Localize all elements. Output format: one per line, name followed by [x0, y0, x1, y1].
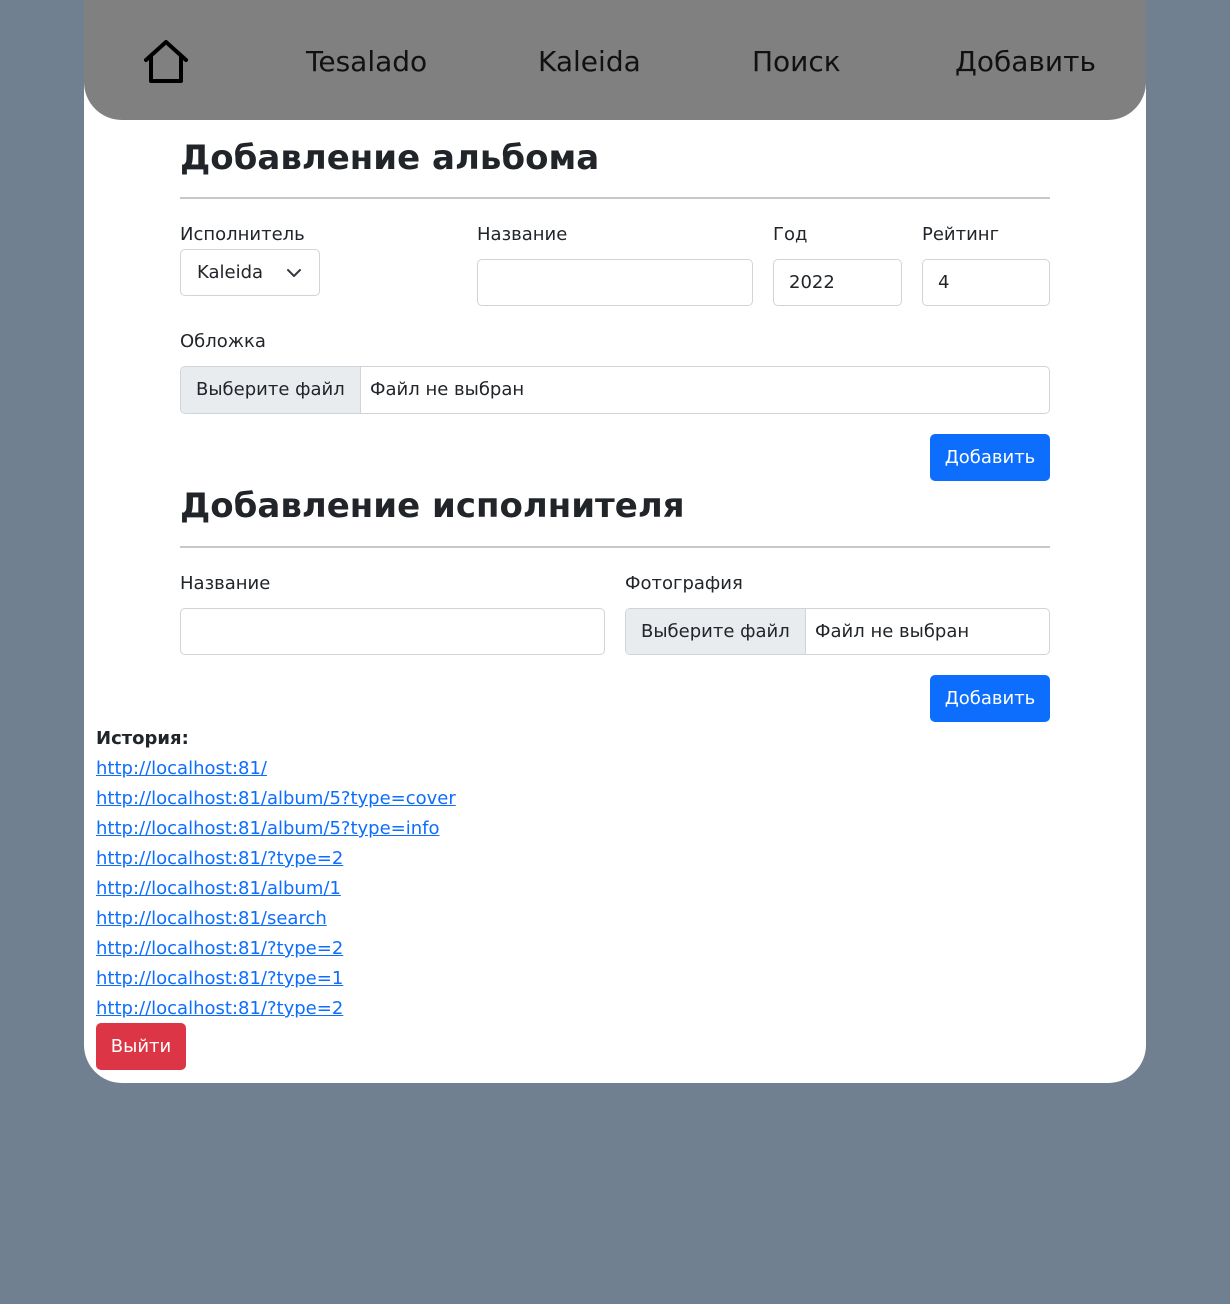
history-link[interactable]: http://localhost:81/?type=2	[96, 996, 456, 1026]
nav-link-kaleida[interactable]: Kaleida	[538, 44, 641, 80]
history-link[interactable]: http://localhost:81/album/5?type=info	[96, 816, 456, 846]
artist-label: Исполнитель	[180, 224, 305, 245]
cover-file-status: Файл не выбран	[370, 379, 525, 400]
artist-name-input[interactable]	[180, 608, 605, 655]
history-link[interactable]: http://localhost:81/album/1	[96, 876, 456, 906]
nav-link-add[interactable]: Добавить	[955, 44, 1096, 80]
history-link[interactable]: http://localhost:81/?type=2	[96, 846, 456, 876]
history-link[interactable]: http://localhost:81/album/5?type=cover	[96, 786, 456, 816]
history-list: http://localhost:81/ http://localhost:81…	[96, 756, 456, 1026]
rating-input[interactable]: 4	[922, 259, 1050, 306]
photo-file-status: Файл не выбран	[815, 621, 970, 642]
year-label: Год	[773, 224, 808, 245]
artist-select[interactable]: Kaleida	[180, 249, 320, 296]
album-form-divider	[180, 197, 1050, 199]
history-title: История:	[96, 728, 189, 749]
chevron-down-icon	[287, 269, 301, 277]
artist-select-value: Kaleida	[197, 262, 264, 283]
history-link[interactable]: http://localhost:81/?type=2	[96, 936, 456, 966]
album-name-input[interactable]	[477, 259, 753, 306]
artist-form-title: Добавление исполнителя	[180, 486, 685, 526]
album-form-title: Добавление альбома	[180, 138, 600, 178]
artist-name-label: Название	[180, 573, 271, 594]
add-artist-button[interactable]: Добавить	[930, 675, 1050, 722]
logout-button[interactable]: Выйти	[96, 1023, 186, 1070]
cover-file-input[interactable]: Выберите файл Файл не выбран	[180, 366, 1050, 414]
history-link[interactable]: http://localhost:81/?type=1	[96, 966, 456, 996]
history-link[interactable]: http://localhost:81/	[96, 756, 456, 786]
navbar: Tesalado Kaleida Поиск Добавить	[84, 0, 1146, 120]
cover-choose-file-button[interactable]: Выберите файл	[181, 367, 361, 413]
home-icon[interactable]	[142, 39, 190, 85]
history-link[interactable]: http://localhost:81/search	[96, 906, 456, 936]
photo-label: Фотография	[625, 573, 743, 594]
nav-link-tesalado[interactable]: Tesalado	[306, 44, 427, 80]
photo-choose-file-button[interactable]: Выберите файл	[626, 609, 806, 654]
year-input[interactable]: 2022	[773, 259, 902, 306]
rating-label: Рейтинг	[922, 224, 1000, 245]
cover-label: Обложка	[180, 331, 266, 352]
photo-file-input[interactable]: Выберите файл Файл не выбран	[625, 608, 1050, 655]
album-name-label: Название	[477, 224, 568, 245]
artist-form-divider	[180, 546, 1050, 548]
add-album-button[interactable]: Добавить	[930, 434, 1050, 481]
nav-link-search[interactable]: Поиск	[752, 44, 841, 80]
